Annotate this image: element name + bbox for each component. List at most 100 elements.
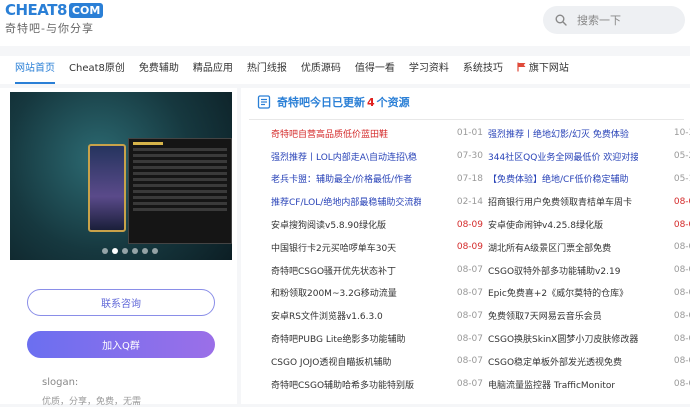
list-item[interactable]: CSGO稳定单板外部发光透视免费 08-07 [488, 350, 690, 373]
list-item-title[interactable]: 强烈推荐丨绝地幻影/幻灭 免费体验 [488, 127, 629, 140]
list-item-title[interactable]: 安卓搜狗阅读v5.8.90绿化版 [271, 218, 386, 231]
list-item[interactable]: 推荐CF/LOL/绝地内部最稳辅助交流群 02-14 [271, 190, 483, 213]
nav-item-sites[interactable]: 旗下网站 [510, 56, 576, 84]
list-item-title[interactable]: 强烈推荐丨LOL内部走A\自动连招\稳 [271, 150, 417, 163]
list-item[interactable]: 【免费体验】绝地/CF低价稳定辅助 05-16 [488, 168, 690, 191]
nav-item-home[interactable]: 网站首页 [8, 56, 62, 84]
list-item-title[interactable]: 招商银行用户免费领取青桔单车周卡 [488, 195, 632, 208]
join-qq-group-button[interactable]: 加入Q群 [27, 331, 215, 358]
header: CHEAT8 COM 奇特吧-与你分享 [0, 0, 690, 46]
carousel-dot[interactable] [142, 248, 148, 254]
carousel-dot[interactable] [102, 248, 108, 254]
list-item[interactable]: 344社区QQ业务全网最低价 欢迎对接 05-22 [488, 145, 690, 168]
site-logo[interactable]: CHEAT8 COM 奇特吧-与你分享 [5, 1, 109, 36]
list-item-date: 08-07 [673, 287, 690, 298]
list-item[interactable]: 强烈推荐丨LOL内部走A\自动连招\稳 07-30 [271, 145, 483, 168]
list-item-date: 08-07 [456, 265, 483, 276]
list-item-date: 08-09 [456, 242, 483, 253]
list-item[interactable]: 安卓使命闹钟v4.25.8绿化版 08-09 [488, 213, 690, 236]
slogan-label: slogan: [42, 377, 79, 388]
nav-item-original[interactable]: Cheat8原创 [62, 56, 132, 84]
list-item[interactable]: 电脑流量监控器 TrafficMonitor 08-06 [488, 373, 690, 396]
carousel-dot[interactable] [152, 248, 158, 254]
banner-screenshot [128, 138, 232, 244]
list-item-title[interactable]: 推荐CF/LOL/绝地内部最稳辅助交流群 [271, 195, 421, 208]
carousel-dot-active[interactable] [112, 248, 118, 254]
nav-item-free-assist[interactable]: 免费辅助 [132, 56, 186, 84]
list-item-title[interactable]: 老兵卡盟：辅助最全/价格最低/作者 [271, 172, 412, 185]
banner-carousel[interactable] [10, 92, 232, 260]
list-item[interactable]: 免费领取7天网易云音乐会员 08-07 [488, 304, 690, 327]
list-item[interactable]: 奇特吧PUBG Lite绝影多功能辅助 08-07 [271, 327, 483, 350]
flag-icon [517, 62, 526, 72]
list-item-date: 08-09 [456, 219, 483, 230]
list-item-title[interactable]: 安卓RS文件浏览器v1.6.3.0 [271, 309, 383, 322]
list-item-date: 08-09 [673, 196, 690, 207]
list-item-title[interactable]: CSGO换肤SkinX圆梦小刀皮肤修改器 [488, 332, 638, 345]
carousel-dot[interactable] [122, 248, 128, 254]
list-item-date: 10-31 [673, 128, 690, 139]
nav-item-worth-seeing[interactable]: 值得一看 [348, 56, 402, 84]
divider [249, 119, 684, 120]
contact-button[interactable]: 联系咨询 [27, 289, 215, 316]
list-item[interactable]: 中国银行卡2元买哈啰单车30天 08-09 [271, 236, 483, 259]
list-item[interactable]: 湖北所有A级景区门票全部免费 08-08 [488, 236, 690, 259]
list-item-date: 08-07 [456, 379, 483, 390]
list-item-title[interactable]: 湖北所有A级景区门票全部免费 [488, 241, 611, 254]
logo-badge: COM [68, 2, 104, 18]
nav-item-hot-deals[interactable]: 热门线报 [240, 56, 294, 84]
update-count: 4 [367, 96, 375, 109]
list-item-date: 08-07 [673, 356, 690, 367]
list-item-title[interactable]: 中国银行卡2元买哈啰单车30天 [271, 241, 396, 254]
list-item-title[interactable]: 奇特吧PUBG Lite绝影多功能辅助 [271, 332, 405, 345]
list-item[interactable]: Epic免费喜+2《威尔莫特的仓库》 08-07 [488, 282, 690, 305]
list-item-title[interactable]: 和粉领取200M~3.2G移动流量 [271, 286, 397, 299]
nav-item-learning[interactable]: 学习资料 [402, 56, 456, 84]
list-item[interactable]: 奇特吧CSGO辅助哈希多功能特别版 08-07 [271, 373, 483, 396]
list-item-title[interactable]: 奇特吧CSGO骚开优先状态补丁 [271, 264, 396, 277]
list-item[interactable]: 强烈推荐丨绝地幻影/幻灭 免费体验 10-31 [488, 122, 690, 145]
nav-item-system-tips[interactable]: 系统技巧 [456, 56, 510, 84]
document-icon [257, 95, 271, 109]
list-item-date: 08-07 [456, 310, 483, 321]
list-item-title[interactable]: 电脑流量监控器 TrafficMonitor [488, 378, 615, 391]
list-item[interactable]: 老兵卡盟：辅助最全/价格最低/作者 07-18 [271, 168, 483, 191]
list-item[interactable]: 奇特吧CSGO骚开优先状态补丁 08-07 [271, 259, 483, 282]
list-item-date: 01-01 [456, 128, 483, 139]
list-item[interactable]: CSGO换肤SkinX圆梦小刀皮肤修改器 08-07 [488, 327, 690, 350]
list-item[interactable]: 和粉领取200M~3.2G移动流量 08-07 [271, 282, 483, 305]
panel-title-prefix: 奇特吧今日已更新 [277, 96, 365, 109]
search-box[interactable] [543, 6, 685, 34]
search-icon[interactable] [555, 14, 567, 26]
list-item-title[interactable]: 免费领取7天网易云音乐会员 [488, 309, 602, 322]
list-item-date: 08-07 [673, 310, 690, 321]
logo-text: CHEAT8 [5, 1, 67, 19]
list-item-title[interactable]: CSGO JOJO透视自瞄扳机辅助 [271, 355, 391, 368]
list-item[interactable]: CSGO JOJO透视自瞄扳机辅助 08-07 [271, 350, 483, 373]
list-item[interactable]: CSGO驭特外部多功能辅助v2.19 08-07 [488, 259, 690, 282]
panel-header: 奇特吧今日已更新 4 个资源 [257, 92, 410, 112]
nav-item-apps[interactable]: 精品应用 [186, 56, 240, 84]
list-item-title[interactable]: 安卓使命闹钟v4.25.8绿化版 [488, 218, 603, 231]
list-item[interactable]: 安卓RS文件浏览器v1.6.3.0 08-07 [271, 304, 483, 327]
panel-title-suffix: 个资源 [376, 96, 410, 109]
list-item[interactable]: 招商银行用户免费领取青桔单车周卡 08-09 [488, 190, 690, 213]
list-item-title[interactable]: 奇特吧CSGO辅助哈希多功能特别版 [271, 378, 414, 391]
nav-item-source-code[interactable]: 优质源码 [294, 56, 348, 84]
list-item[interactable]: 奇特吧自营高品质低价蓝田鞋 01-01 [271, 122, 483, 145]
list-item-title[interactable]: CSGO驭特外部多功能辅助v2.19 [488, 264, 620, 277]
list-item[interactable]: 安卓搜狗阅读v5.8.90绿化版 08-09 [271, 213, 483, 236]
search-input[interactable] [577, 13, 667, 27]
list-item-date: 07-18 [456, 173, 483, 184]
list-item-title[interactable]: CSGO稳定单板外部发光透视免费 [488, 355, 622, 368]
carousel-dots [102, 248, 158, 254]
list-item-date: 07-30 [456, 151, 483, 162]
list-item-title[interactable]: 344社区QQ业务全网最低价 欢迎对接 [488, 150, 638, 163]
list-item-date: 02-14 [456, 196, 483, 207]
list-item-title[interactable]: 【免费体验】绝地/CF低价稳定辅助 [488, 172, 629, 185]
carousel-dot[interactable] [132, 248, 138, 254]
resource-list-right: 强烈推荐丨绝地幻影/幻灭 免费体验 10-31 344社区QQ业务全网最低价 欢迎对… [488, 122, 690, 396]
list-item-title[interactable]: 奇特吧自营高品质低价蓝田鞋 [271, 127, 388, 140]
list-item-title[interactable]: Epic免费喜+2《威尔莫特的仓库》 [488, 286, 628, 299]
main-nav: 网站首页 Cheat8原创 免费辅助 精品应用 热门线报 优质源码 值得一看 学… [0, 56, 690, 84]
